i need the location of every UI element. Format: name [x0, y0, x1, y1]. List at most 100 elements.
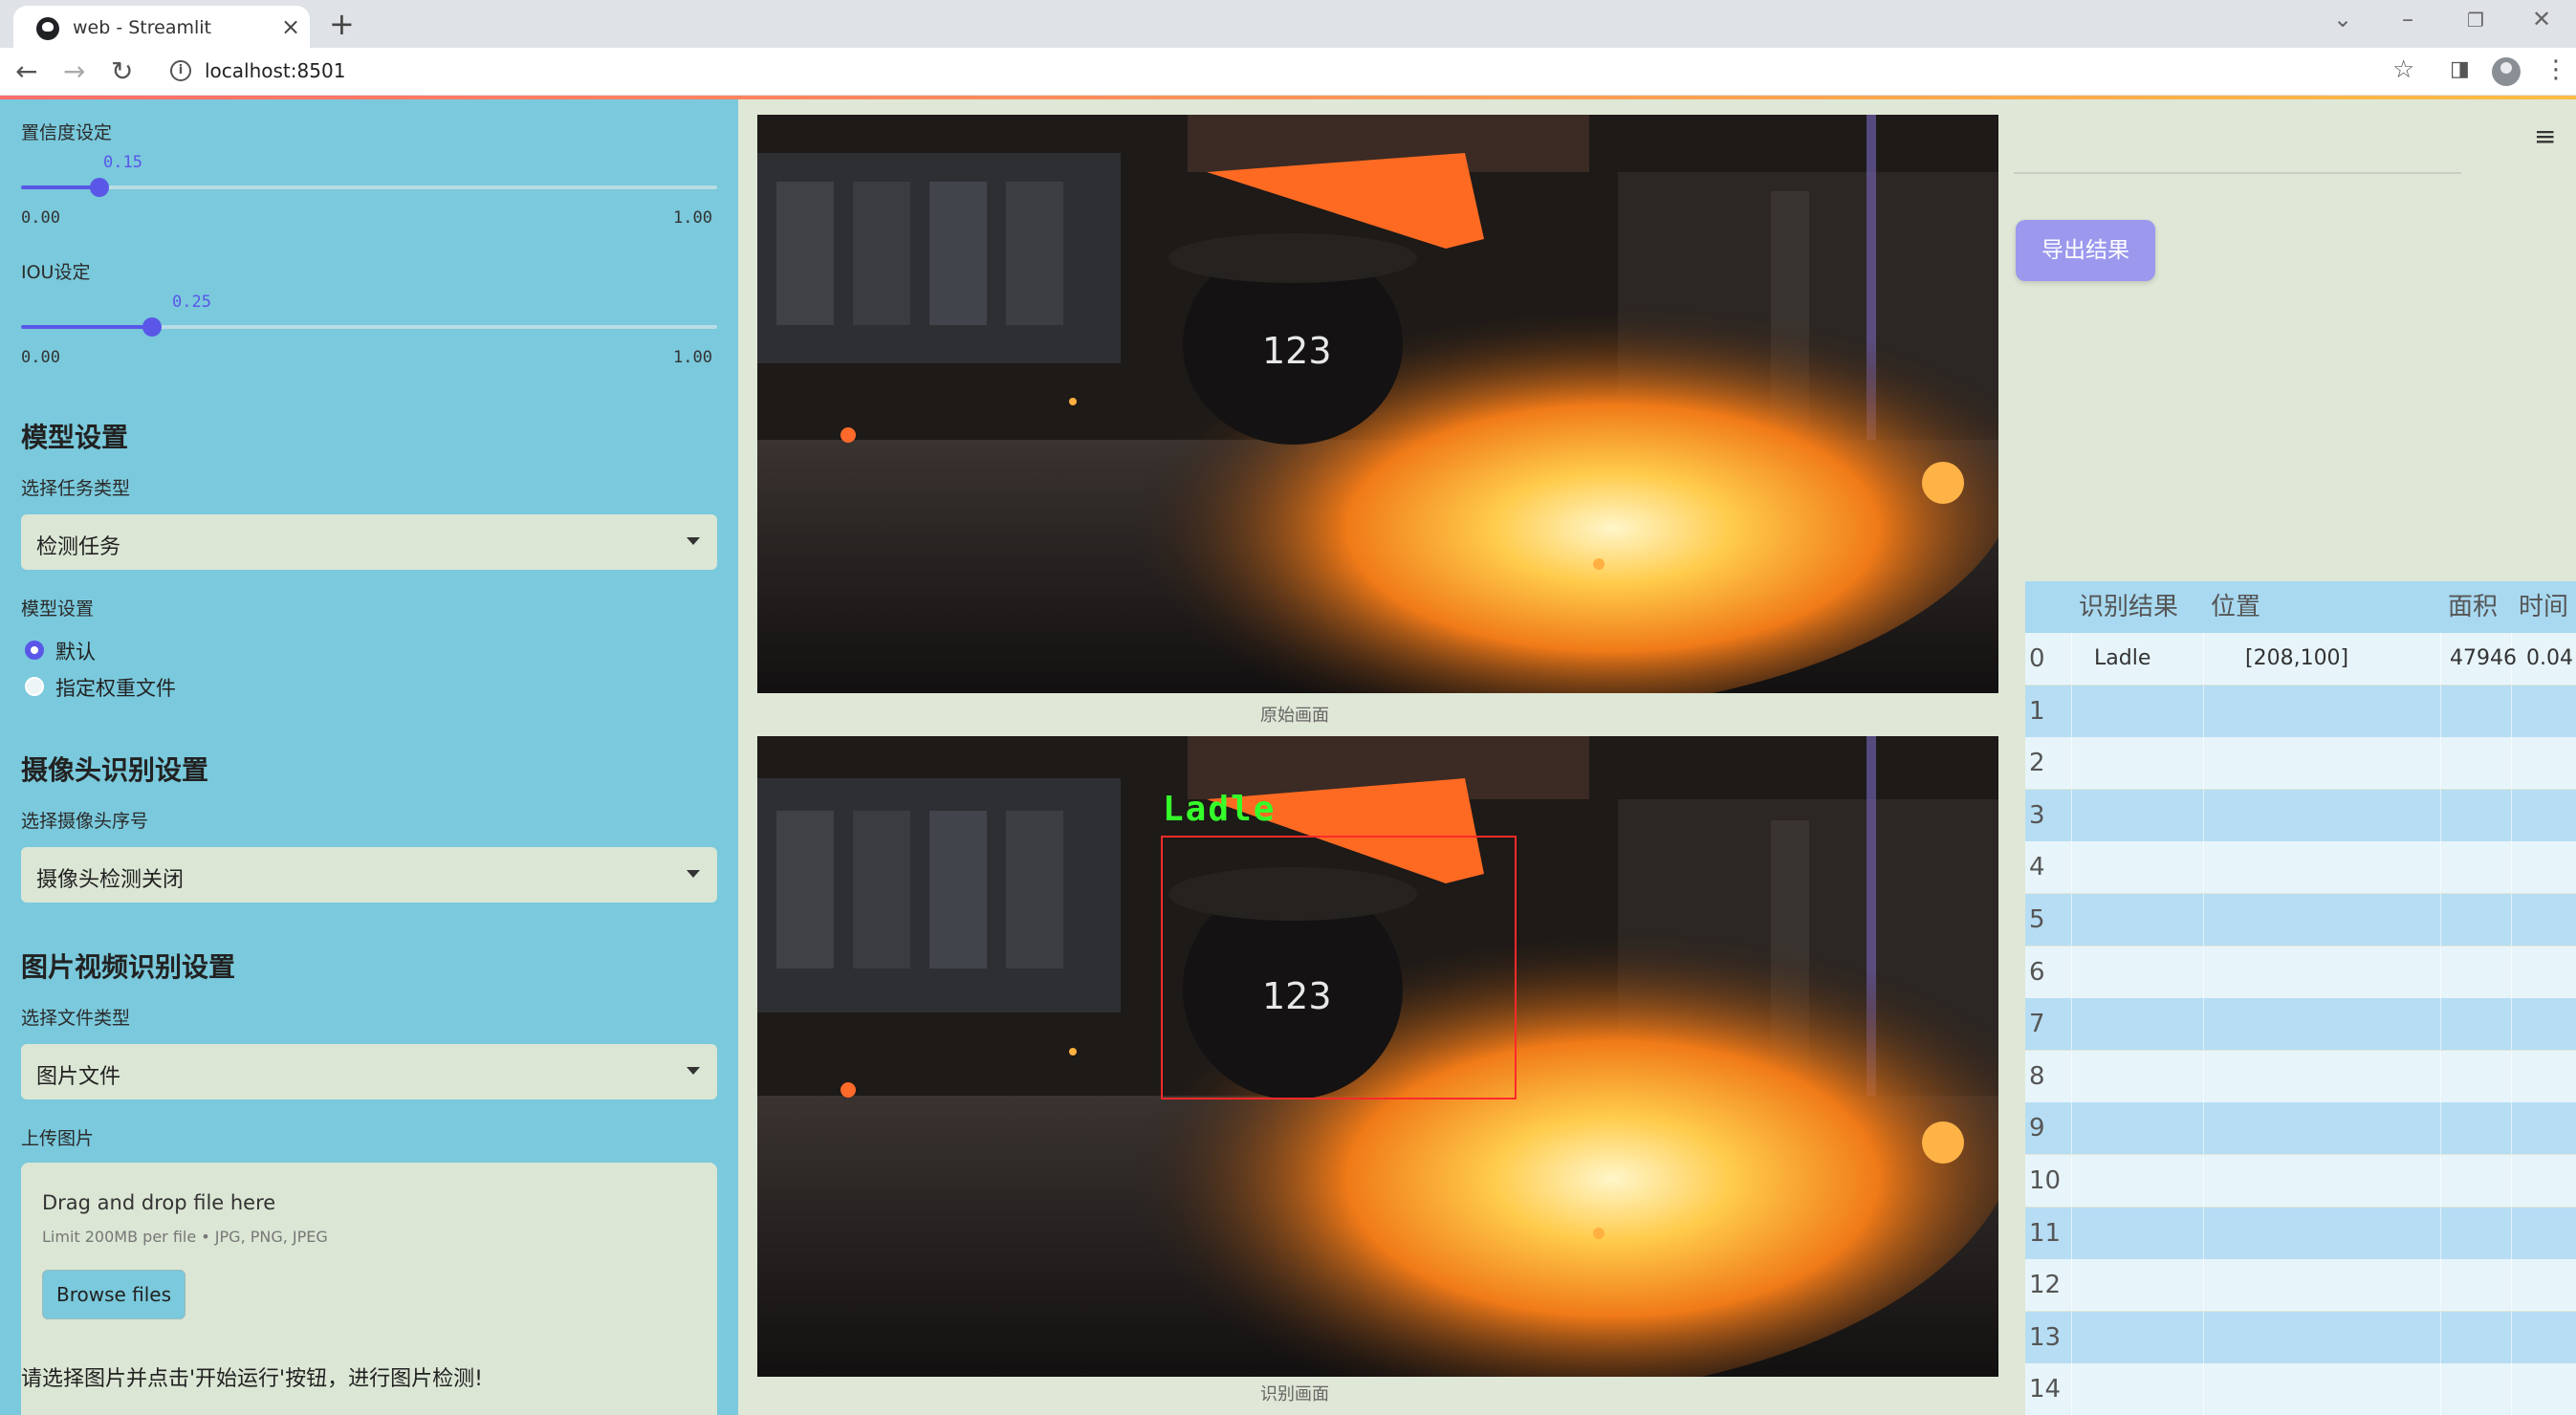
column-divider — [2203, 1311, 2204, 1363]
iou-slider[interactable] — [21, 317, 717, 337]
row-index: 2 — [2029, 749, 2045, 778]
app-menu-icon[interactable]: ≡ — [2534, 120, 2556, 152]
column-divider — [2511, 1207, 2512, 1259]
table-row[interactable]: 0 Ladle [208,100] 47946 0.04 — [2025, 633, 2576, 685]
column-divider — [2203, 1207, 2204, 1259]
column-divider — [2203, 633, 2204, 685]
table-row[interactable]: 1 — [2025, 685, 2576, 737]
table-row[interactable]: 6 — [2025, 946, 2576, 998]
column-divider — [2203, 1102, 2204, 1155]
column-divider — [2511, 1102, 2512, 1155]
row-index: 1 — [2029, 696, 2045, 726]
row-index: 14 — [2029, 1375, 2062, 1404]
tab-title: web - Streamlit — [73, 17, 211, 38]
iou-min: 0.00 — [21, 348, 60, 367]
table-row[interactable]: 14 — [2025, 1363, 2576, 1415]
table-row[interactable]: 12 — [2025, 1259, 2576, 1312]
table-row[interactable]: 2 — [2025, 737, 2576, 790]
row-index: 9 — [2029, 1114, 2045, 1143]
url-text[interactable]: localhost:8501 — [205, 59, 345, 82]
browser-tab[interactable]: web - Streamlit × — [13, 6, 310, 48]
radio-default[interactable] — [25, 641, 44, 660]
column-divider — [2440, 633, 2441, 685]
table-row[interactable]: 13 — [2025, 1311, 2576, 1363]
column-divider — [2511, 998, 2512, 1051]
radio-default-label[interactable]: 默认 — [55, 637, 96, 665]
column-divider — [2440, 1102, 2441, 1155]
chevron-down-icon — [687, 1067, 700, 1075]
table-row[interactable]: 4 — [2025, 841, 2576, 894]
column-divider — [2071, 998, 2072, 1051]
site-info-icon[interactable]: i — [170, 60, 191, 81]
table-row[interactable]: 3 — [2025, 789, 2576, 841]
column-divider — [2511, 737, 2512, 790]
header-area[interactable]: 面积 — [2448, 581, 2498, 633]
bookmark-star-icon[interactable]: ☆ — [2392, 55, 2414, 84]
header-time[interactable]: 时间 — [2519, 581, 2568, 633]
new-tab-icon[interactable]: + — [329, 6, 355, 42]
model-settings-heading: 模型设置 — [21, 422, 129, 453]
restore-icon[interactable]: ❐ — [2467, 9, 2484, 32]
header-position[interactable]: 位置 — [2211, 581, 2260, 633]
confidence-slider-thumb[interactable] — [89, 178, 109, 197]
header-result[interactable]: 识别结果 — [2079, 581, 2178, 633]
camera-index-select[interactable]: 摄像头检测关闭 — [21, 847, 717, 903]
task-type-select[interactable]: 检测任务 — [21, 514, 717, 570]
row-index: 11 — [2029, 1218, 2062, 1248]
table-row[interactable]: 5 — [2025, 894, 2576, 946]
chevron-down-icon — [687, 537, 700, 545]
table-row[interactable]: 11 — [2025, 1207, 2576, 1259]
confidence-max: 1.00 — [673, 208, 712, 228]
column-divider — [2203, 841, 2204, 894]
column-divider — [2440, 1311, 2441, 1363]
minimize-icon[interactable]: – — [2402, 6, 2413, 33]
url-field[interactable] — [159, 54, 2387, 90]
column-divider — [2440, 841, 2441, 894]
divider — [2014, 172, 2461, 174]
tab-search-icon[interactable]: ⌄ — [2333, 6, 2352, 33]
column-divider — [2511, 1155, 2512, 1207]
ladle-number-original: 123 — [1262, 330, 1332, 372]
camera-settings-heading: 摄像头识别设置 — [21, 754, 209, 786]
column-divider — [2071, 894, 2072, 946]
column-divider — [2071, 841, 2072, 894]
profile-avatar-icon[interactable] — [2492, 57, 2521, 86]
table-row[interactable]: 7 — [2025, 998, 2576, 1051]
column-divider — [2440, 737, 2441, 790]
column-divider — [2511, 841, 2512, 894]
task-type-value: 检测任务 — [36, 535, 121, 559]
row-index: 4 — [2029, 853, 2045, 882]
browse-files-button[interactable]: Browse files — [42, 1270, 186, 1319]
dropzone-limit: Limit 200MB per file • JPG, PNG, JPEG — [42, 1228, 328, 1246]
radio-custom-weights-label[interactable]: 指定权重文件 — [55, 673, 176, 702]
column-divider — [2440, 1155, 2441, 1207]
row-index: 13 — [2029, 1322, 2062, 1352]
file-type-label: 选择文件类型 — [21, 1008, 131, 1029]
table-row[interactable]: 10 — [2025, 1155, 2576, 1207]
table-row[interactable]: 9 — [2025, 1102, 2576, 1155]
export-results-button[interactable]: 导出结果 — [2016, 220, 2155, 281]
streamlit-favicon-icon — [36, 17, 59, 40]
confidence-slider[interactable] — [21, 178, 717, 197]
column-divider — [2071, 789, 2072, 841]
back-icon[interactable]: ← — [15, 55, 37, 87]
iou-slider-fill — [21, 325, 152, 329]
iou-slider-thumb[interactable] — [142, 317, 162, 337]
forward-icon[interactable]: → — [63, 55, 85, 87]
reload-icon[interactable]: ↻ — [111, 55, 133, 87]
row-index: 12 — [2029, 1271, 2062, 1300]
cell-result: Ladle — [2094, 646, 2151, 670]
window-close-icon[interactable]: ✕ — [2532, 6, 2551, 33]
column-divider — [2203, 1050, 2204, 1102]
column-divider — [2203, 946, 2204, 998]
column-divider — [2511, 789, 2512, 841]
radio-custom-weights[interactable] — [25, 677, 44, 696]
column-divider — [2511, 1259, 2512, 1312]
confidence-min: 0.00 — [21, 208, 60, 228]
table-row[interactable]: 8 — [2025, 1050, 2576, 1102]
side-panel-icon[interactable]: ◨ — [2450, 57, 2470, 81]
browser-menu-icon[interactable]: ⋮ — [2543, 55, 2568, 84]
file-type-select[interactable]: 图片文件 — [21, 1044, 717, 1099]
detection-bounding-box — [1161, 836, 1517, 1099]
tab-close-icon[interactable]: × — [281, 13, 300, 40]
